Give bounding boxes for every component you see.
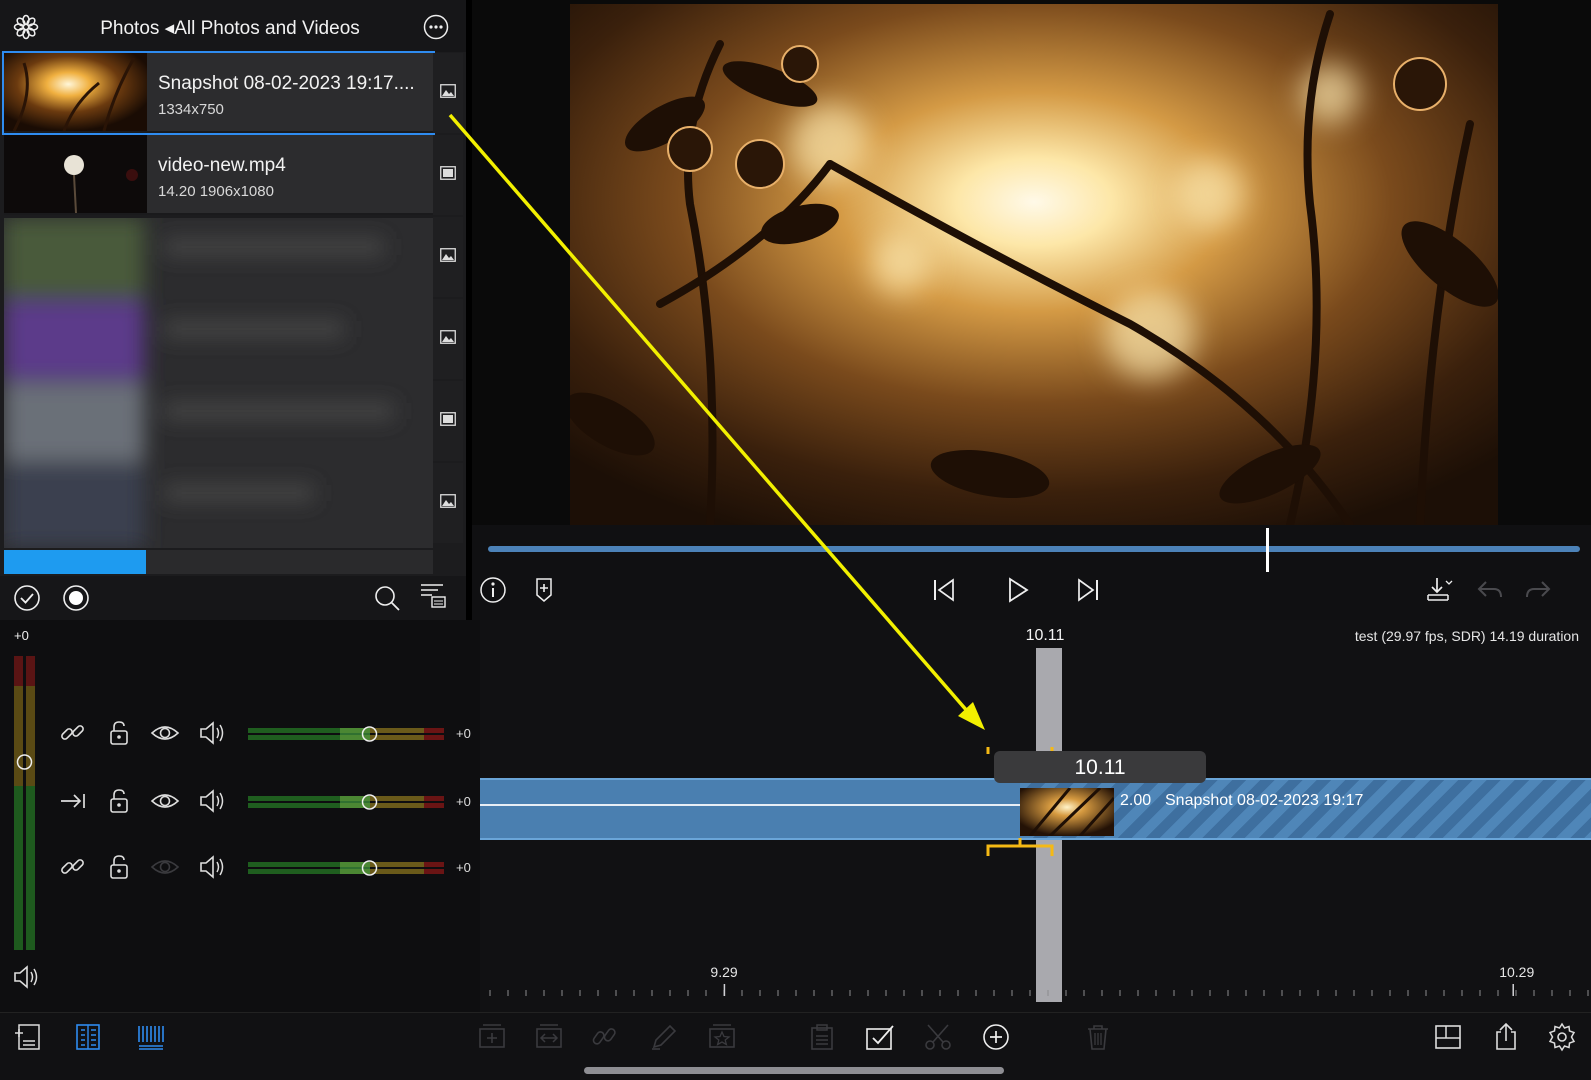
timeline[interactable]: test (29.97 fps, SDR) 14.19 duration 10.… [480, 620, 1591, 1012]
lock-icon[interactable] [104, 786, 134, 816]
transition-icon[interactable] [533, 1021, 565, 1053]
ruler-label: 10.29 [1499, 964, 1535, 980]
scrubber-track[interactable] [488, 546, 1580, 552]
item-subtitle: 14.20 1906x1080 [158, 183, 274, 200]
volume-fader[interactable] [248, 726, 448, 742]
preview-viewer[interactable] [472, 0, 1591, 525]
clip-duration: 2.00 [1120, 792, 1152, 809]
import-icon[interactable] [1424, 575, 1454, 605]
list-item[interactable]: Snapshot 08-02-2023 19:17.... 1334x750 [2, 51, 435, 135]
video-thumbnail [4, 135, 147, 213]
pencil-icon[interactable] [648, 1021, 680, 1053]
lock-icon[interactable] [104, 718, 134, 748]
track-gain-value: +0 [456, 726, 471, 741]
record-icon[interactable] [61, 583, 91, 613]
paste-icon[interactable] [806, 1021, 838, 1053]
select-checkbox-icon[interactable] [864, 1021, 896, 1053]
undo-icon[interactable] [1474, 575, 1504, 605]
snapshot-thumbnail [4, 53, 147, 131]
scrubber-playhead[interactable] [1265, 528, 1269, 572]
home-indicator [584, 1067, 1004, 1074]
lock-icon[interactable] [104, 852, 134, 882]
eye-icon[interactable] [150, 786, 180, 816]
photo-icon [433, 53, 463, 133]
layout-icon[interactable] [1432, 1021, 1464, 1053]
photo-clip[interactable]: 2.00 Snapshot 08-02-2023 19:17 [1020, 780, 1591, 838]
scissors-icon[interactable] [922, 1021, 954, 1053]
track-row-1: +0 [0, 712, 480, 756]
checkmark-circle-icon[interactable] [12, 583, 42, 613]
trash-icon[interactable] [1082, 1021, 1114, 1053]
play-icon[interactable] [1002, 575, 1032, 605]
item-title: video-new.mp4 [158, 155, 286, 176]
preview-scrubber[interactable] [472, 525, 1591, 575]
playhead-time: 10.11 [1025, 627, 1065, 644]
search-icon[interactable] [372, 583, 402, 613]
link-icon[interactable] [58, 852, 88, 882]
track-gain-value: +0 [456, 794, 471, 809]
add-clip-icon[interactable] [476, 1021, 508, 1053]
speaker-icon[interactable] [196, 718, 226, 748]
speaker-icon[interactable] [196, 852, 226, 882]
time-tooltip: 10.11 [994, 751, 1206, 783]
ruler-label: 9.29 [710, 964, 738, 980]
speaker-icon[interactable] [196, 786, 226, 816]
gear-icon[interactable] [1546, 1021, 1578, 1053]
audio-level-line [480, 804, 1020, 806]
track-list-icon[interactable] [72, 1021, 104, 1053]
link-icon[interactable] [58, 718, 88, 748]
add-project-icon[interactable] [12, 1021, 44, 1053]
master-gain-value: +0 [14, 628, 29, 643]
photo-icon [433, 299, 463, 379]
item-subtitle: 1334x750 [158, 101, 224, 118]
photo-icon [433, 463, 463, 543]
preview-image [570, 4, 1498, 525]
bottom-toolbar [0, 1012, 1591, 1080]
link-icon[interactable] [588, 1021, 620, 1053]
track-gain-value: +0 [456, 860, 471, 875]
track-row-2: +0 [0, 780, 480, 824]
film-icon [433, 135, 463, 215]
more-options-icon[interactable] [422, 13, 450, 41]
media-browser: Photos ◂All Photos and Videos Snapshot 0… [0, 0, 466, 620]
flower-icon[interactable] [12, 13, 40, 41]
browser-header: Photos ◂All Photos and Videos [0, 0, 466, 52]
list-item[interactable]: video-new.mp4 14.20 1906x1080 [4, 135, 433, 215]
photo-icon [433, 217, 463, 297]
transport-bar [472, 575, 1591, 620]
item-title: Snapshot 08-02-2023 19:17.... [158, 73, 415, 94]
browser-title[interactable]: Photos ◂All Photos and Videos [60, 17, 400, 40]
favorite-clip-icon[interactable] [706, 1021, 738, 1053]
eye-icon[interactable] [150, 718, 180, 748]
timeline-ruler[interactable]: 9.29 10.29 [480, 964, 1591, 1012]
info-icon[interactable] [478, 575, 508, 605]
film-icon [433, 381, 463, 461]
add-circle-icon[interactable] [980, 1021, 1012, 1053]
add-marker-icon[interactable] [529, 575, 559, 605]
speaker-icon[interactable] [10, 962, 40, 992]
skip-forward-icon[interactable] [1073, 575, 1103, 605]
track-row-3: +0 [0, 846, 480, 890]
clip-name: Snapshot 08-02-2023 19:17 [1165, 792, 1364, 809]
volume-fader[interactable] [248, 860, 448, 876]
track-controls-panel: +0 +0 +0 +0 [0, 620, 480, 1012]
redo-icon[interactable] [1524, 575, 1554, 605]
share-icon[interactable] [1490, 1021, 1522, 1053]
volume-fader[interactable] [248, 794, 448, 810]
browser-toolbar [0, 576, 466, 620]
project-info: test (29.97 fps, SDR) 14.19 duration [1354, 628, 1579, 644]
connect-arrow-icon[interactable] [58, 786, 88, 816]
browser-progress-fill [4, 550, 146, 574]
waveform-view-icon[interactable] [135, 1021, 167, 1053]
skip-back-icon[interactable] [929, 575, 959, 605]
blurred-items [4, 218, 433, 548]
eye-icon[interactable] [150, 852, 180, 882]
browser-progress [4, 550, 433, 574]
sort-options-icon[interactable] [418, 580, 448, 610]
